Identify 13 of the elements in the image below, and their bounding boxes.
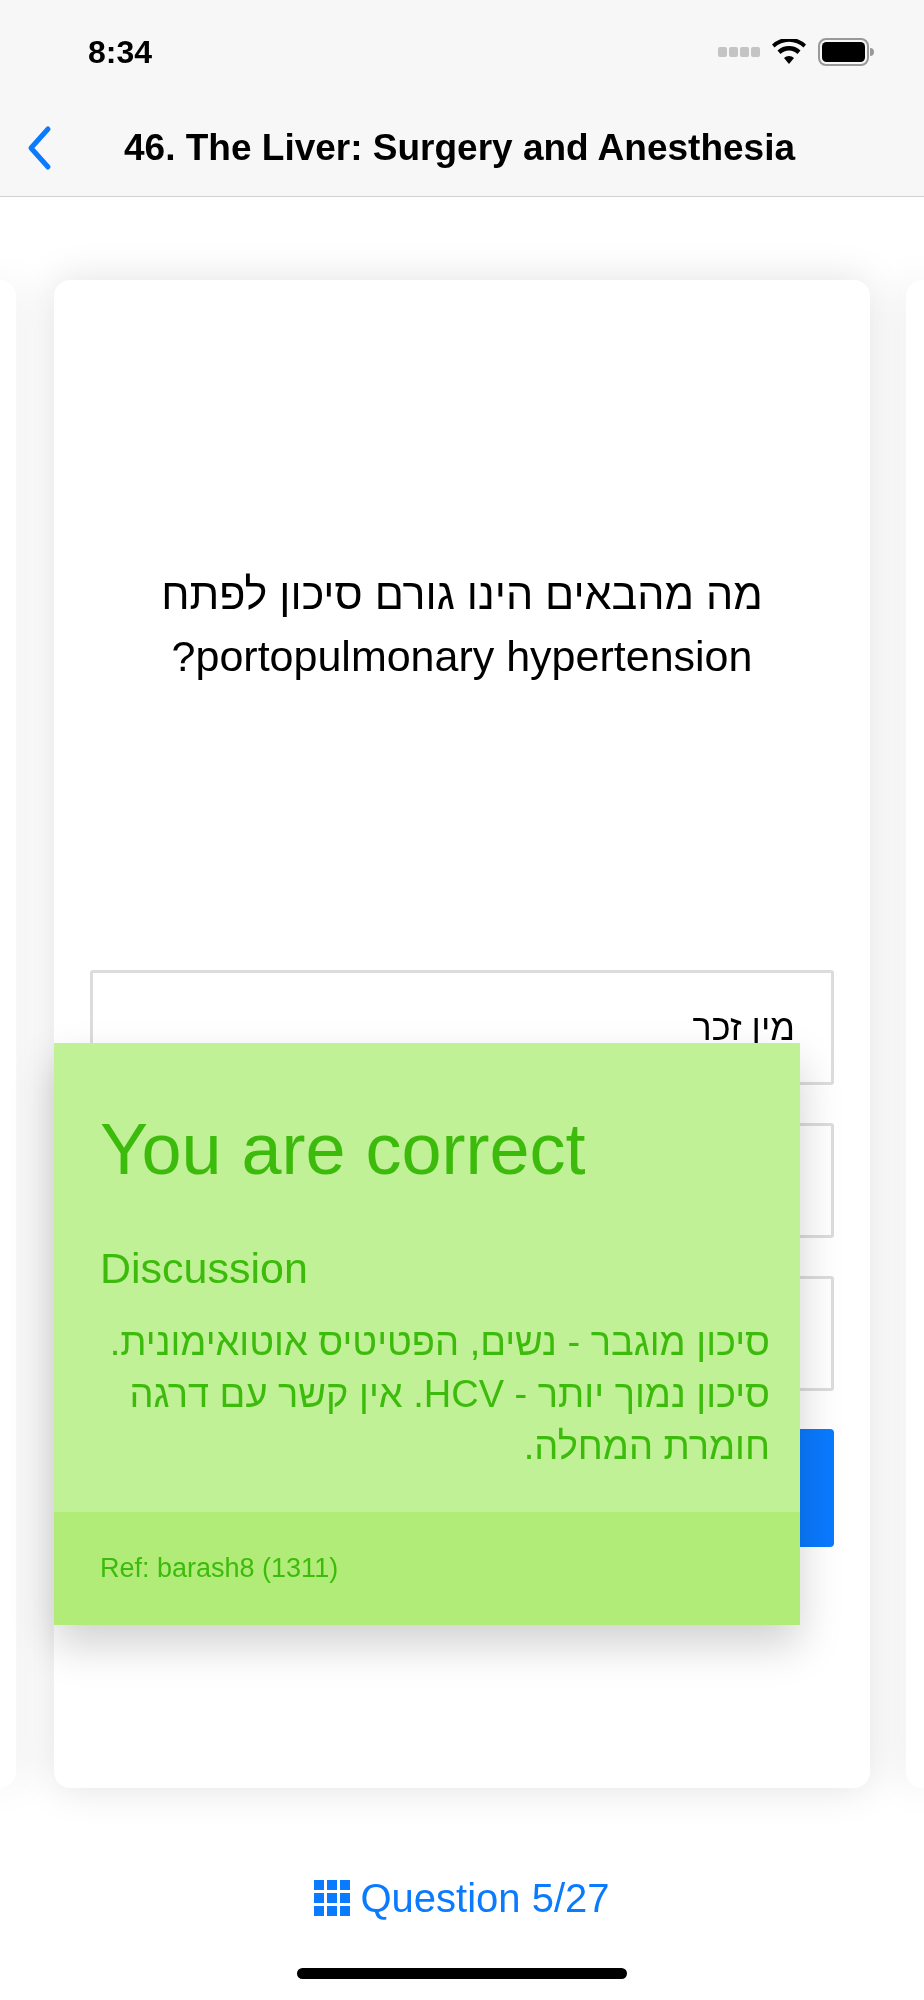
wifi-icon xyxy=(772,39,806,65)
feedback-title: You are correct xyxy=(100,1113,587,1185)
battery-icon xyxy=(818,38,874,66)
question-progress-button[interactable]: Question 5/27 xyxy=(314,1868,610,1928)
discussion-label: Discussion xyxy=(100,1247,309,1290)
question-text: מה מהבאים הינו גורם סיכון לפתח portopulmonary hypertension? xyxy=(160,569,764,682)
reference-text: Ref: barash8 (1311) xyxy=(100,1552,339,1586)
grid-icon xyxy=(314,1880,351,1916)
signal-icon xyxy=(718,47,760,57)
nav-title: 46. The Liver: Surgery and Anesthesia xyxy=(124,126,796,171)
discussion-text: סיכון מוגבר - נשים, הפטיטיס אוטואימונית. סיכון נמוך יותר - HCV. אין קשר עם דרגה חומרת המחלה. xyxy=(108,1320,770,1469)
back-icon xyxy=(26,125,52,171)
status-time: 8:34 xyxy=(88,33,153,72)
